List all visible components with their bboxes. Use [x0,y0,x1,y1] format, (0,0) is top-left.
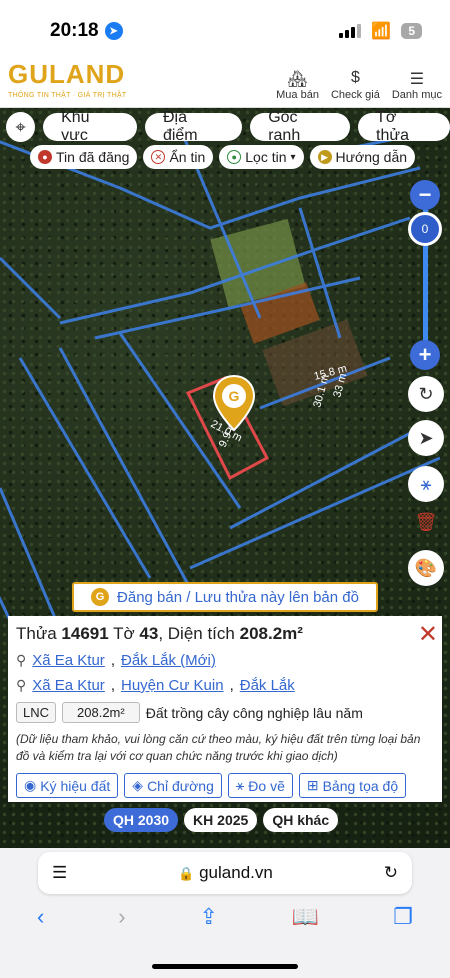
tab-qh-khac[interactable]: QH khác [263,808,339,832]
signal-icon [339,24,362,38]
table-icon: ⊞ [306,777,319,793]
battery-icon: 5 [401,23,422,39]
district-link[interactable]: Huyện Cư Kuin [121,677,224,694]
refresh-button[interactable]: ↻ [408,376,444,412]
disclaimer-note: (Dữ liệu tham khảo, vui lòng căn cứ theo… [16,732,421,763]
tab-kh-2025[interactable]: KH 2025 [184,808,258,832]
back-icon[interactable]: ‹ [37,904,44,930]
commune-link[interactable]: Xã Ea Ktur [32,652,105,669]
address-new: ⚲ Xã Ea Ktur, Đắk Lắk (Mới) [16,652,216,669]
buy-sell-link[interactable]: 🏘 Mua bán [276,69,319,101]
land-use-row: LNC 208.2m² Đất trồng cây công nghiệp lâ… [16,702,434,723]
address-bar[interactable]: ☰ 🔒 guland.vn ↻ [38,852,412,894]
land-code-badge: LNC [16,702,57,723]
tab-dia-diem[interactable]: Địa điểm [144,109,243,144]
location-pin-icon: ⚲ [16,677,27,693]
lock-icon: 🔒 [178,866,195,881]
url-text: guland.vn [199,863,273,882]
building-icon: 🏘 [287,70,308,88]
land-description: Đất trồng cây công nghiệp lâu năm [145,704,363,721]
refresh-icon: ↻ [418,383,434,404]
palette-button[interactable]: 🎨 [408,550,444,586]
navigation-arrow-icon: ➤ [418,427,434,448]
compass-draw-icon: ⚹ [420,473,432,494]
svg-text:G: G [229,388,240,404]
menu-icon: ☰ [409,70,425,88]
menu-link[interactable]: ☰ Danh mục [392,69,442,101]
guide-button[interactable]: ▶ Hướng dẫn [309,145,416,169]
home-indicator [152,964,298,969]
filter-listings-dropdown[interactable]: ● Lọc tin ▾ [219,145,304,169]
zoom-control[interactable]: − 0 + [408,180,442,370]
hide-listings-filter[interactable]: ✕ Ẩn tin [143,145,214,169]
measure-button[interactable]: ⚹ [408,466,444,502]
zoom-out-button[interactable]: − [410,180,440,210]
tab-qh-2030[interactable]: QH 2030 [104,808,179,832]
coordinates-table-button[interactable]: ⊞ Bảng tọa độ [298,773,407,798]
palette-icon: 🎨 [414,557,438,578]
close-panel-button[interactable]: ✕ [418,620,438,649]
forward-icon[interactable]: › [118,904,125,930]
palette-icon: ◉ [24,777,37,793]
navigate-button[interactable]: ➤ [408,420,444,456]
bookmarks-icon[interactable]: 📖 [292,904,319,930]
parcel-info-panel: Thửa 14691 Tờ 43, Diện tích 208.2m² ✕ ⚲ … [8,616,442,802]
palette-icon: ● [38,150,52,164]
tabs-icon[interactable]: ❐ [393,904,413,930]
location-arrow-icon: ➤ [104,22,123,40]
locate-me-button[interactable]: ⌖ [6,112,36,142]
check-price-link[interactable]: $ Check giá [331,69,380,101]
chevron-down-icon: ▾ [290,151,296,163]
close-icon: ✕ [417,621,438,648]
posted-listings-filter[interactable]: ● Tin đã đăng [30,145,138,169]
trash-icon: 🗑 [414,511,438,532]
commune-link[interactable]: Xã Ea Ktur [32,677,105,694]
tab-khu-vuc[interactable]: Khu vực [43,109,137,144]
land-area-badge: 208.2m² [62,702,140,723]
location-pin-icon: ⚲ [16,652,27,668]
land-symbol-button[interactable]: ◉ Ký hiệu đất [16,773,119,798]
delete-button[interactable]: 🗑 [408,504,444,540]
tab-goc-ranh[interactable]: Góc ranh [250,109,351,144]
compass-icon: ⚹ [235,777,245,793]
post-parcel-button[interactable]: G Đăng bán / Lưu thửa này lên bản đồ [72,582,378,612]
browser-toolbar: ‹ › ⇪ 📖 ❐ [0,904,450,930]
app-header: GULAND THÔNG TIN THẬT · GIÁ TRỊ THẬT 🏘 Mua… [0,61,450,108]
wifi-icon: 📶 [371,23,392,40]
play-icon: ▶ [317,150,332,164]
tab-to-thua[interactable]: Tờ thửa [358,109,450,144]
parcel-title: Thửa 14691 Tờ 43, Diện tích 208.2m² [16,624,303,643]
measure-draw-button[interactable]: ⚹ Đo vẽ [227,773,293,798]
close-circle-icon: ✕ [151,150,166,164]
location-pin-icon: ● [227,150,242,164]
share-icon[interactable]: ⇪ [200,904,218,930]
address-old: ⚲ Xã Ea Ktur, Huyện Cư Kuin, Đắk Lắk [16,677,295,694]
clock: 20:18 ➤ [50,20,123,42]
dollar-icon: $ [350,68,360,86]
status-bar: 20:18 ➤ 📶 5 [0,0,450,62]
directions-button[interactable]: ◈ Chỉ đường [124,773,222,798]
province-link[interactable]: Đắk Lắk [240,677,295,694]
reload-icon[interactable]: ↻ [384,863,398,883]
crosshair-icon: ⌖ [15,116,26,137]
tabs-format-icon[interactable]: ☰ [52,863,67,883]
province-link[interactable]: Đắk Lắk (Mới) [121,652,216,669]
map-pin-icon[interactable]: G [212,374,256,432]
zoom-slider-handle[interactable]: 0 [408,212,442,246]
directions-icon: ◈ [132,777,144,793]
zoom-in-button[interactable]: + [410,340,440,370]
guland-logo[interactable]: GULAND THÔNG TIN THẬT · GIÁ TRỊ THẬT [8,61,127,107]
guland-icon: G [91,588,110,606]
